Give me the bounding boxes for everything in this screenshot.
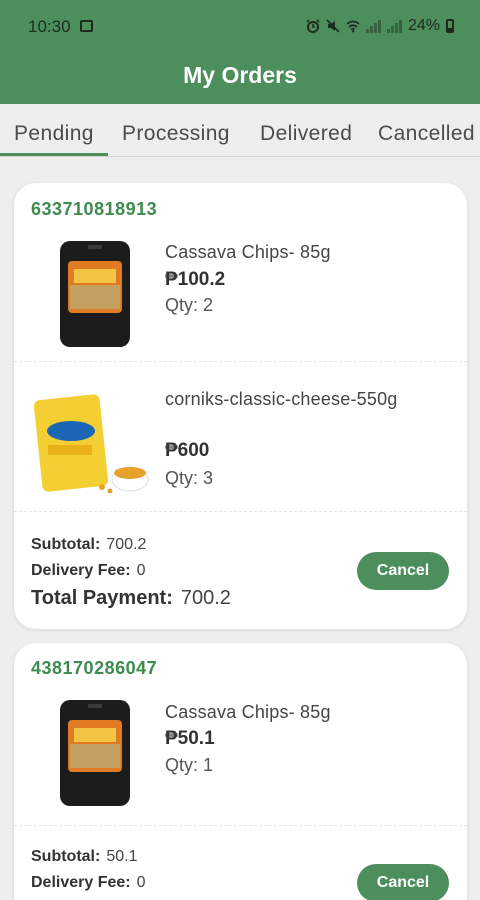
product-image-corniks <box>33 394 149 494</box>
gallery-icon <box>80 20 93 32</box>
tabs-divider <box>0 156 480 157</box>
battery-percent: 24% <box>407 17 440 34</box>
delivery-fee-label: Delivery Fee: <box>31 562 131 579</box>
order-id: 633710818913 <box>31 199 158 219</box>
item-quantity: Qty: 2 <box>165 295 214 315</box>
subtotal-row: Subtotal: 50.1 <box>31 848 137 866</box>
subtotal-value: 50.1 <box>106 848 138 865</box>
subtotal-row: Subtotal: 700.2 <box>31 536 146 554</box>
order-card: 438170286047 Cassava Chips- 85g ₱50.1 Qt… <box>14 643 467 900</box>
delivery-fee-row: Delivery Fee: 0 <box>31 874 146 892</box>
tab-delivered[interactable]: Delivered <box>260 122 352 146</box>
tab-cancelled[interactable]: Cancelled <box>378 122 475 146</box>
order-status-tabs: Pending Processing Delivered Cancelled <box>0 104 480 158</box>
total-payment-label: Total Payment: <box>31 587 173 609</box>
item-price: ₱100.2 <box>165 269 226 290</box>
subtotal-label: Subtotal: <box>31 848 101 865</box>
alarm-icon <box>306 19 320 33</box>
item-divider <box>14 361 467 362</box>
item-quantity: Qty: 1 <box>165 755 214 775</box>
item-name: Cassava Chips- 85g <box>165 702 331 722</box>
total-payment-row: Total Payment: 700.2 <box>31 587 231 610</box>
cancel-order-button[interactable]: Cancel <box>357 552 449 590</box>
item-divider <box>14 825 467 826</box>
product-image-cassava-chips <box>60 700 130 806</box>
status-icons: 24% <box>306 17 454 35</box>
order-id: 438170286047 <box>31 658 158 678</box>
status-bar: 10:30 24% <box>0 0 480 52</box>
delivery-fee-value: 0 <box>136 874 146 891</box>
item-name: corniks-classic-cheese-550g <box>165 389 398 409</box>
item-price: ₱600 <box>165 440 210 461</box>
battery-icon <box>446 19 454 33</box>
item-quantity: Qty: 3 <box>165 468 214 488</box>
status-time: 10:30 <box>28 17 71 36</box>
subtotal-value: 700.2 <box>106 536 147 553</box>
item-divider <box>14 511 467 512</box>
app-bar: My Orders <box>0 52 480 104</box>
delivery-fee-row: Delivery Fee: 0 <box>31 562 146 580</box>
order-card: 633710818913 Cassava Chips- 85g ₱100.2 Q… <box>14 183 467 629</box>
page-title: My Orders <box>183 62 297 88</box>
delivery-fee-label: Delivery Fee: <box>31 874 131 891</box>
signal-icon-2 <box>386 19 402 33</box>
wifi-icon <box>346 20 360 33</box>
signal-icon <box>365 19 381 33</box>
product-image-cassava-chips <box>60 241 130 347</box>
delivery-fee-value: 0 <box>136 562 146 579</box>
tab-processing[interactable]: Processing <box>122 122 230 146</box>
total-payment-value: 700.2 <box>180 587 231 609</box>
subtotal-label: Subtotal: <box>31 536 101 553</box>
item-price: ₱50.1 <box>165 728 215 749</box>
item-name: Cassava Chips- 85g <box>165 242 331 262</box>
tab-pending[interactable]: Pending <box>14 122 94 146</box>
cancel-order-button[interactable]: Cancel <box>357 864 449 900</box>
mute-icon <box>326 19 340 33</box>
